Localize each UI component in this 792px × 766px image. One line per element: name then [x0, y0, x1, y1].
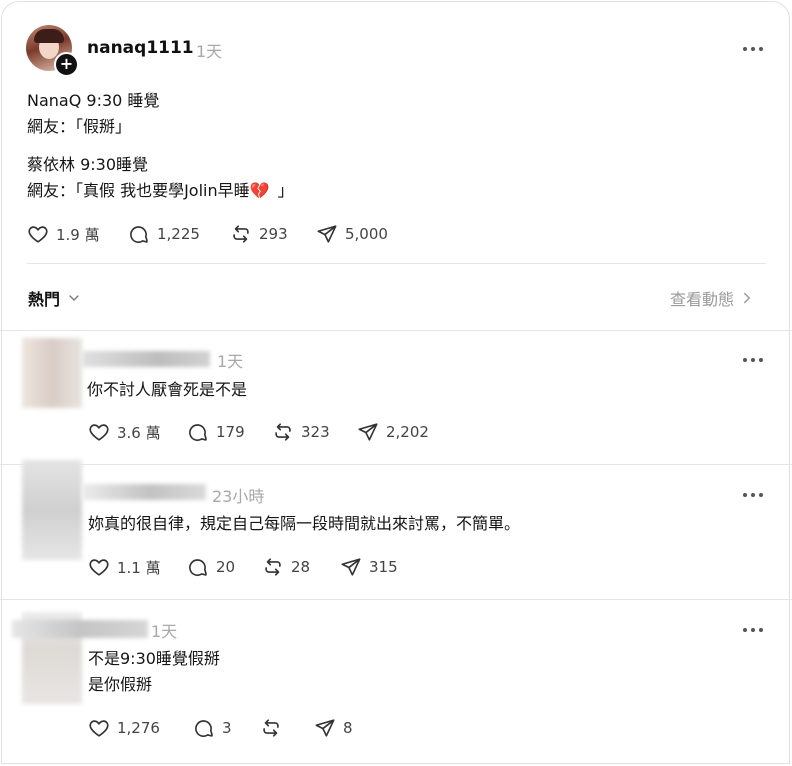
sort-label: 熱門: [28, 290, 61, 309]
section-divider: [0, 330, 792, 331]
comment-1-avatar[interactable]: [22, 338, 82, 408]
comment-1-share-count: 2,202: [386, 423, 429, 441]
comment-2-avatar[interactable]: [22, 460, 82, 560]
post-repost-count: 293: [259, 225, 288, 243]
comment-3-more-icon[interactable]: [743, 627, 763, 633]
post-reply-button[interactable]: 1,225: [128, 223, 200, 245]
heart-icon: [89, 720, 109, 737]
follow-plus-button[interactable]: +: [54, 52, 79, 77]
post-line-2: 網友：「假掰」: [27, 117, 132, 136]
comment-2-username-redacted: [82, 484, 206, 500]
view-activity-label: 查看動態: [670, 290, 735, 309]
comment-3-reply-button[interactable]: 3: [193, 717, 232, 739]
comment-1-repost-count: 323: [301, 423, 330, 441]
comment-2-like-count: 1.1 萬: [117, 558, 161, 577]
comment-2-share-count: 315: [369, 558, 398, 576]
comment-1-reply-count: 179: [216, 423, 245, 441]
comment-3-share-button[interactable]: 8: [314, 717, 353, 739]
post-like-count: 1.9 萬: [56, 225, 100, 244]
send-icon: [358, 423, 378, 441]
comment-1-like-button[interactable]: 3.6 萬: [88, 421, 161, 443]
post-line-4-text: 網友：「真假 我也要學Jolin早睡: [27, 181, 250, 200]
comment-icon: [189, 559, 207, 577]
comment-2-share-button[interactable]: 315: [340, 556, 398, 578]
post-repost-button[interactable]: 293: [230, 223, 288, 245]
comment-1-repost-button[interactable]: 323: [272, 421, 330, 443]
comment-2-reply-button[interactable]: 20: [187, 556, 235, 578]
post-line-4-close: 」: [277, 181, 294, 200]
comment-2-time: 23小時: [212, 487, 265, 506]
comment-3-time: 1天: [151, 622, 178, 641]
send-icon: [315, 719, 335, 737]
more-options-icon[interactable]: [743, 46, 763, 52]
broken-heart-emoji: 💔: [249, 181, 270, 200]
sort-dropdown[interactable]: 熱門: [28, 286, 82, 310]
comment-1-divider: [0, 464, 792, 465]
comment-2-more-icon[interactable]: [743, 492, 763, 498]
post-share-count: 5,000: [345, 225, 388, 243]
send-icon: [317, 225, 337, 243]
post-line-4: 網友：「真假 我也要學Jolin早睡💔 」: [27, 178, 294, 204]
comment-3-share-count: 8: [343, 719, 353, 737]
send-icon: [341, 558, 361, 576]
chevron-right-icon: [744, 292, 751, 304]
comment-1-share-button[interactable]: 2,202: [357, 421, 429, 443]
post-reply-count: 1,225: [157, 225, 200, 243]
repost-icon: [275, 423, 291, 441]
comment-1-reply-button[interactable]: 179: [187, 421, 245, 443]
comment-1-text: 你不討人厭會死是不是: [87, 380, 248, 399]
comment-3-repost-button[interactable]: [260, 717, 289, 739]
comment-1-username-redacted: [82, 351, 210, 367]
heart-icon: [89, 559, 109, 576]
post-share-button[interactable]: 5,000: [316, 223, 388, 245]
repost-icon: [263, 719, 279, 737]
comment-2-text: 妳真的很自律，規定自己每隔一段時間就出來討罵，不簡單。: [88, 514, 521, 533]
post-username[interactable]: nanaq1111: [87, 38, 194, 58]
post-line-3: 蔡依林 9:30睡覺: [27, 155, 149, 174]
chevron-down-icon: [69, 295, 79, 301]
comment-2-repost-button[interactable]: 28: [262, 556, 310, 578]
heart-icon: [28, 226, 48, 243]
post-line-1: NanaQ 9:30 睡覺: [27, 91, 160, 110]
comment-icon: [189, 424, 207, 442]
comment-3-line-2: 是你假掰: [88, 675, 153, 694]
repost-icon: [265, 558, 281, 576]
comment-2-like-button[interactable]: 1.1 萬: [88, 556, 161, 578]
comment-2-divider: [0, 599, 792, 600]
post-like-button[interactable]: 1.9 萬: [27, 223, 100, 245]
comment-3-like-count: 1,276: [117, 719, 160, 737]
comment-icon: [130, 226, 148, 244]
comment-3-reply-count: 3: [222, 719, 232, 737]
post-divider: [27, 263, 766, 264]
comment-icon: [195, 720, 213, 738]
comment-3-line-1: 不是9:30睡覺假掰: [88, 649, 220, 668]
comment-2-repost-count: 28: [291, 558, 311, 576]
comment-3-like-button[interactable]: 1,276: [88, 717, 160, 739]
comment-1-more-icon[interactable]: [743, 357, 763, 363]
repost-icon: [233, 225, 249, 243]
post-time: 1天: [196, 42, 223, 61]
comment-1-time: 1天: [217, 352, 244, 371]
heart-icon: [89, 424, 109, 441]
comment-2-reply-count: 20: [216, 558, 236, 576]
view-activity-link[interactable]: 查看動態: [670, 286, 756, 310]
comment-3-username-redacted: [12, 620, 148, 638]
comment-1-like-count: 3.6 萬: [117, 423, 161, 442]
